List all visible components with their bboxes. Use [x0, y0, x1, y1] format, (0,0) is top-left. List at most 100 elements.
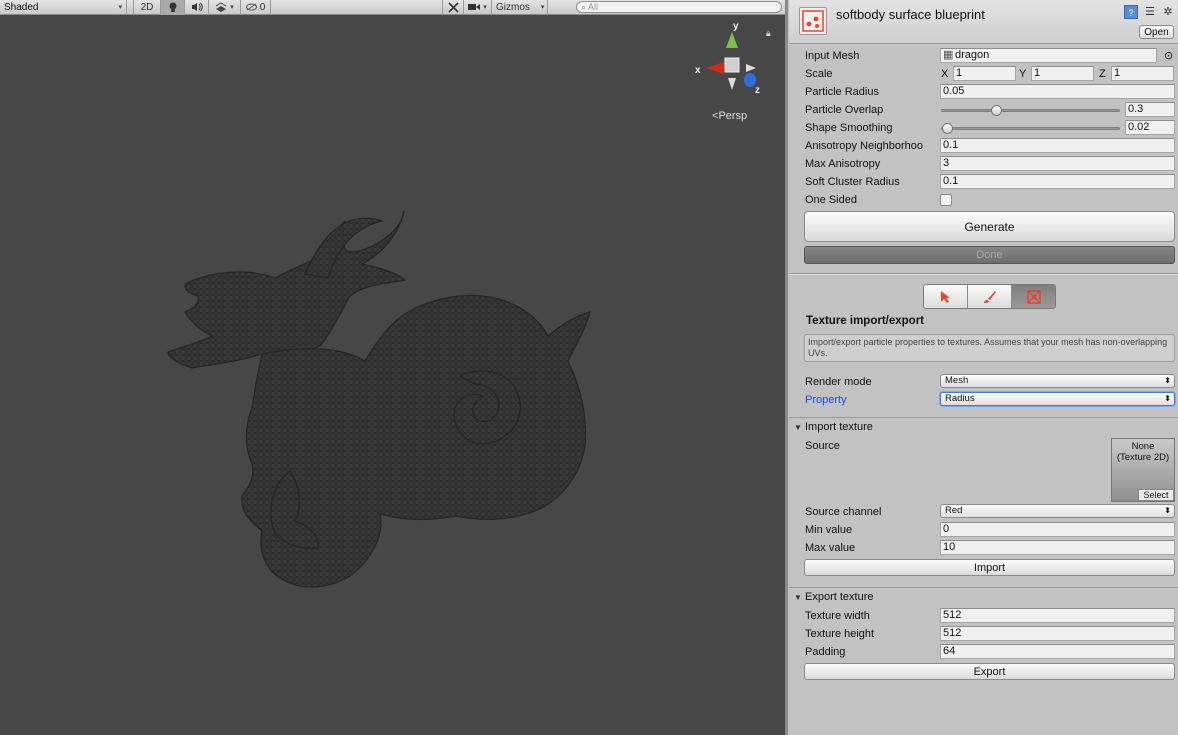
open-label: Open	[1144, 26, 1169, 38]
property-dropdown[interactable]: Radius ⬍	[940, 392, 1175, 406]
y-axis-cone[interactable]	[726, 32, 738, 48]
padding-row: Padding 64	[805, 644, 1175, 660]
texture-tool-button[interactable]	[1012, 285, 1055, 308]
scale-z-label: Z	[1099, 68, 1106, 80]
max-anisotropy-label: Max Anisotropy	[805, 158, 881, 170]
source-texture-slot[interactable]: None (Texture 2D) Select	[1111, 438, 1175, 502]
camera-dropdown[interactable]: ▾	[464, 0, 492, 15]
blueprint-asset-icon	[799, 7, 827, 35]
particle-overlap-slider[interactable]	[941, 109, 1120, 112]
orientation-gizmo[interactable]	[692, 20, 772, 100]
section-title: Texture import/export	[806, 315, 924, 327]
max-anisotropy-input[interactable]: 3	[940, 156, 1175, 171]
perspective-toggle[interactable]: <Persp	[712, 110, 747, 122]
texture-width-row: Texture width 512	[805, 608, 1175, 624]
2d-toggle-button[interactable]: 2D	[133, 0, 161, 15]
progress-label: Done	[976, 249, 1003, 261]
search-placeholder: All	[588, 2, 599, 12]
one-sided-checkbox[interactable]	[940, 194, 952, 206]
paint-tool-button[interactable]	[968, 285, 1012, 308]
scale-z-input[interactable]: 1	[1111, 66, 1174, 81]
export-texture-title: Export texture	[805, 591, 874, 603]
divider	[789, 587, 1178, 588]
effects-dropdown[interactable]: ▾	[209, 0, 241, 15]
particle-overlap-input[interactable]: 0.3	[1125, 102, 1175, 117]
speaker-icon	[191, 2, 203, 12]
anisotropy-neighborhood-input[interactable]: 0.1	[940, 138, 1175, 153]
audio-toggle-button[interactable]	[185, 0, 209, 15]
chevron-down-icon: ▾	[118, 4, 122, 11]
particle-overlap-label: Particle Overlap	[805, 104, 884, 116]
max-value-input[interactable]: 10	[940, 540, 1175, 555]
scale-y-input[interactable]: 1	[1031, 66, 1094, 81]
padding-label: Padding	[805, 646, 846, 658]
scene-toolbar: Shaded ▾ 2D ▾ 0 ▾ Gizmos ▾ ⌕ All	[0, 0, 788, 15]
soft-cluster-radius-label: Soft Cluster Radius	[805, 176, 900, 188]
one-sided-label: One Sided	[805, 194, 857, 206]
open-button[interactable]: Open	[1139, 25, 1174, 39]
scene-viewport[interactable]	[0, 16, 786, 735]
texture-select-button[interactable]: Select	[1138, 489, 1174, 501]
export-texture-foldout[interactable]: ▼ Export texture	[794, 591, 873, 603]
scene-search-input[interactable]: ⌕ All	[576, 1, 782, 13]
generate-button[interactable]: Generate	[804, 211, 1175, 242]
one-sided-row: One Sided	[805, 192, 1175, 208]
particle-radius-label: Particle Radius	[805, 86, 879, 98]
property-label: Property	[805, 394, 847, 406]
preset-icon[interactable]: ☰	[1143, 5, 1157, 19]
lightbulb-icon	[169, 2, 176, 12]
perspective-label: Persp	[718, 110, 748, 122]
select-tool-button[interactable]	[924, 285, 968, 308]
gizmo-center-cube[interactable]	[724, 57, 740, 73]
foldout-triangle-icon: ▼	[794, 593, 802, 602]
shape-smoothing-slider-thumb[interactable]	[942, 123, 953, 134]
input-mesh-label: Input Mesh	[805, 50, 860, 62]
particle-overlap-slider-thumb[interactable]	[991, 105, 1003, 116]
hidden-eye-icon	[245, 3, 257, 11]
tools-button[interactable]	[442, 0, 464, 15]
source-label: Source	[805, 440, 840, 452]
import-texture-foldout[interactable]: ▼ Import texture	[794, 421, 873, 433]
shading-mode-dropdown[interactable]: Shaded ▾	[0, 0, 127, 15]
lighting-toggle-button[interactable]	[161, 0, 185, 15]
x-axis-cone[interactable]	[706, 62, 724, 74]
export-label: Export	[973, 665, 1006, 678]
editor-tool-group	[923, 284, 1056, 309]
shape-smoothing-slider[interactable]	[941, 127, 1120, 130]
gear-icon[interactable]: ✲	[1161, 5, 1175, 19]
input-mesh-field[interactable]: ▦ dragon	[940, 48, 1157, 63]
chevron-down-icon: ▾	[230, 4, 234, 11]
anisotropy-neighborhood-row: Anisotropy Neighborhoo 0.1	[805, 138, 1175, 154]
min-value-input[interactable]: 0	[940, 522, 1175, 537]
divider	[789, 417, 1178, 418]
render-mode-dropdown[interactable]: Mesh ⬍	[940, 374, 1175, 388]
scene-view[interactable]: Shaded ▾ 2D ▾ 0 ▾ Gizmos ▾ ⌕ All y x z 🔒…	[0, 0, 788, 735]
hidden-objects-toggle[interactable]: 0	[241, 0, 271, 15]
padding-input[interactable]: 64	[940, 644, 1175, 659]
gizmos-dropdown[interactable]: Gizmos ▾	[492, 0, 548, 15]
shape-smoothing-input[interactable]: 0.02	[1125, 120, 1175, 135]
object-picker-icon[interactable]: ⊙	[1164, 49, 1173, 62]
scale-x-input[interactable]: 1	[953, 66, 1016, 81]
soft-cluster-radius-input[interactable]: 0.1	[940, 174, 1175, 189]
panel-divider[interactable]	[785, 0, 788, 735]
texture-height-row: Texture height 512	[805, 626, 1175, 642]
import-button[interactable]: Import	[804, 559, 1175, 576]
help-icon[interactable]: ?	[1124, 5, 1138, 19]
texture-width-input[interactable]: 512	[940, 608, 1175, 623]
export-button[interactable]: Export	[804, 663, 1175, 680]
render-mode-value: Mesh	[945, 375, 969, 386]
texture-height-input[interactable]: 512	[940, 626, 1175, 641]
scale-row: Scale X 1 Y 1 Z 1	[805, 66, 1175, 82]
particle-radius-input[interactable]: 0.05	[940, 84, 1175, 99]
source-channel-label: Source channel	[805, 506, 882, 518]
divider	[789, 274, 1178, 275]
inspector-panel: softbody surface blueprint ? ☰ ✲ Open In…	[789, 0, 1178, 735]
chevron-down-icon: ▾	[483, 4, 487, 11]
particle-radius-row: Particle Radius 0.05	[805, 84, 1175, 100]
texture-height-label: Texture height	[805, 628, 875, 640]
min-value-label: Min value	[805, 524, 853, 536]
source-channel-dropdown[interactable]: Red ⬍	[940, 504, 1175, 518]
lock-icon[interactable]: 🔒︎	[766, 28, 771, 39]
updown-caret-icon: ⬍	[1164, 506, 1171, 515]
